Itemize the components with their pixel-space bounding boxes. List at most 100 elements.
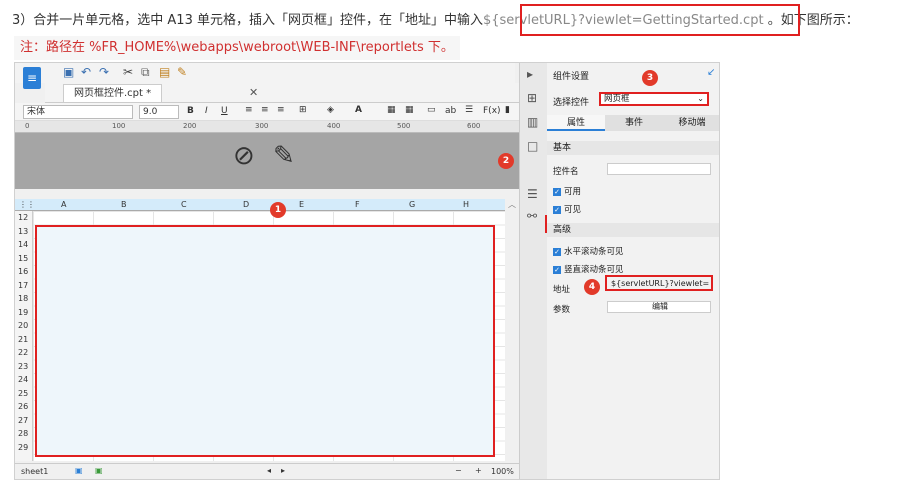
path-note: 注：路径在 %FR_HOME%\webapps\webroot\WEB-INF\…	[14, 36, 460, 60]
parameter-designer-area[interactable]	[15, 133, 519, 189]
close-icon[interactable]: ✕	[249, 86, 258, 99]
cut-icon[interactable]: ✂	[123, 65, 133, 79]
step-badge: 3	[642, 70, 658, 86]
undo-icon[interactable]: ↶	[81, 65, 91, 79]
column-header[interactable]: B	[121, 200, 127, 209]
row-header[interactable]: 14	[15, 238, 32, 252]
expand-icon[interactable]: ↙	[707, 67, 715, 78]
advanced-section[interactable]: 高级	[547, 223, 719, 237]
format-brush-icon[interactable]: ✎	[177, 65, 187, 79]
add-sheet-icon[interactable]: ▣	[75, 466, 83, 475]
align-right-icon[interactable]: ≡	[277, 105, 285, 115]
row-header[interactable]: 23	[15, 360, 32, 374]
column-header[interactable]: C	[181, 200, 187, 209]
row-header[interactable]: 25	[15, 387, 32, 401]
hscroll-checkbox[interactable]: ✓ 水平滚动条可见	[553, 245, 624, 257]
control-type-select[interactable]: 网页框 ⌄	[599, 92, 709, 106]
fill-color-icon[interactable]: ◈	[327, 105, 334, 115]
paragraph-icon[interactable]: ☰	[465, 105, 473, 115]
edit-pencil-icon[interactable]: ✎	[273, 141, 295, 171]
save-icon[interactable]: ▣	[63, 65, 74, 79]
vertical-scrollbar[interactable]: ︿	[505, 199, 519, 463]
ruler-tick: 100	[112, 122, 126, 130]
tab-mobile[interactable]: 移动端	[663, 115, 719, 131]
link-icon[interactable]: ⚯	[527, 209, 537, 223]
file-tab-bar: 网页框控件.cpt * ✕	[45, 83, 519, 103]
paste-icon[interactable]: ▤	[159, 65, 170, 79]
font-size-select[interactable]: 9.0	[139, 105, 179, 119]
formula-icon[interactable]: F(x)	[483, 106, 501, 116]
merge-cells-icon[interactable]: ▦	[387, 105, 396, 115]
copy-icon[interactable]: ⧉	[141, 65, 150, 80]
textfield-icon[interactable]: ▭	[427, 105, 436, 115]
underline-icon[interactable]: U	[221, 106, 228, 116]
cell-element-icon[interactable]: ▥	[527, 115, 538, 129]
column-header[interactable]: E	[299, 200, 304, 209]
hidden-eye-icon[interactable]: ⊘	[233, 141, 255, 171]
collapse-arrow-icon[interactable]: ▸	[527, 67, 533, 81]
cell-attribute-icon[interactable]: ⊞	[527, 91, 537, 105]
row-header[interactable]: 12	[15, 211, 32, 225]
italic-icon[interactable]: I	[205, 106, 208, 116]
zoom-level[interactable]: 100%	[491, 467, 514, 476]
column-header[interactable]: H	[463, 200, 469, 209]
font-select[interactable]: 宋体	[23, 105, 133, 119]
sheet-tab[interactable]: sheet1	[21, 467, 48, 476]
file-tab[interactable]: 网页框控件.cpt *	[63, 84, 163, 102]
row-header[interactable]: 26	[15, 400, 32, 414]
widget-settings-panel: 组件设置 ↙ 选择控件 网页框 ⌄ 属性 事件 移动端 基本 控件名 ✓ 可用 ✓ 可…	[547, 63, 719, 479]
form-icon[interactable]: ☰	[527, 187, 538, 201]
row-header[interactable]: 22	[15, 346, 32, 360]
column-header[interactable]: D	[243, 200, 249, 209]
control-name-label: 控件名	[553, 167, 579, 177]
font-color-icon[interactable]: A	[355, 105, 362, 115]
ruler-tick: 200	[183, 122, 197, 130]
scroll-left-icon[interactable]: ◂	[267, 466, 271, 475]
merged-cell-webframe[interactable]	[35, 225, 495, 457]
row-header[interactable]: 19	[15, 306, 32, 320]
row-header[interactable]: 21	[15, 333, 32, 347]
property-tabs: 属性 事件 移动端	[547, 115, 719, 131]
row-header[interactable]: 29	[15, 441, 32, 455]
row-header[interactable]: 17	[15, 279, 32, 293]
row-header[interactable]: 15	[15, 252, 32, 266]
bold-icon[interactable]: B	[187, 106, 194, 116]
zoom-in-icon[interactable]: +	[475, 466, 482, 475]
row-header[interactable]: 18	[15, 292, 32, 306]
zoom-out-icon[interactable]: −	[455, 466, 462, 475]
redo-icon[interactable]: ↷	[99, 65, 109, 79]
ruler-tick: 600	[467, 122, 481, 130]
address-label: 地址	[553, 285, 571, 295]
text-icon[interactable]: ab	[445, 106, 456, 116]
align-left-icon[interactable]: ≡	[245, 105, 253, 115]
tab-properties[interactable]: 属性	[547, 115, 605, 131]
control-name-input[interactable]	[607, 163, 711, 175]
row-header[interactable]: 13	[15, 225, 32, 239]
enabled-checkbox[interactable]: ✓ 可用	[553, 185, 581, 197]
vscroll-checkbox[interactable]: ✓ 竖直滚动条可见	[553, 263, 624, 275]
select-control-label: 选择控件	[553, 98, 590, 108]
scroll-right-icon[interactable]: ▸	[281, 466, 285, 475]
edit-params-button[interactable]: 编辑	[607, 301, 711, 313]
align-center-icon[interactable]: ≡	[261, 105, 269, 115]
row-header[interactable]: 20	[15, 319, 32, 333]
visible-checkbox[interactable]: ✓ 可见	[553, 203, 581, 215]
grid-icon[interactable]: ▦	[405, 105, 414, 115]
row-header[interactable]: 27	[15, 414, 32, 428]
float-element-icon[interactable]: □	[527, 139, 538, 153]
step-badge: 1	[270, 202, 286, 218]
column-header[interactable]: F	[355, 200, 360, 209]
checkbox-icon: ✓	[553, 247, 561, 256]
row-header[interactable]: 24	[15, 373, 32, 387]
chart-icon[interactable]: ▮	[505, 105, 510, 115]
column-header[interactable]: G	[409, 200, 415, 209]
tab-events[interactable]: 事件	[605, 115, 663, 131]
select-all-icon[interactable]: ⋮⋮	[19, 200, 35, 209]
basic-section[interactable]: 基本	[547, 141, 719, 155]
border-icon[interactable]: ⊞	[299, 105, 307, 115]
step-badge: 2	[498, 153, 514, 169]
column-header[interactable]: A	[61, 200, 66, 209]
add-report-icon[interactable]: ▣	[95, 466, 103, 475]
row-header[interactable]: 16	[15, 265, 32, 279]
row-header[interactable]: 28	[15, 427, 32, 441]
